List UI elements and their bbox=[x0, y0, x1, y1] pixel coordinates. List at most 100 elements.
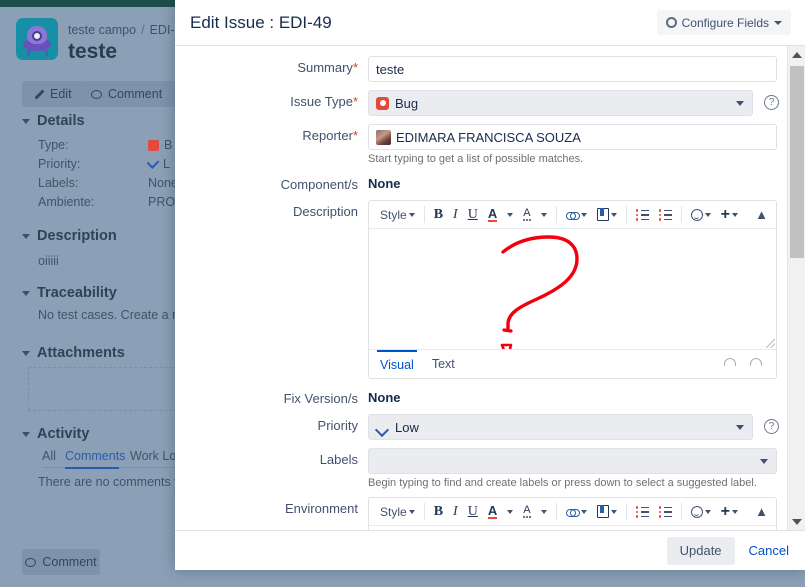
priority-label: Priority bbox=[317, 418, 358, 433]
issue-type-help-icon[interactable]: ? bbox=[764, 95, 779, 110]
image-icon[interactable] bbox=[592, 204, 622, 226]
editor-resize-handle[interactable] bbox=[766, 339, 775, 348]
dialog-scrollbar[interactable] bbox=[787, 46, 805, 530]
fix-versions-value: None bbox=[368, 390, 401, 405]
image-icon[interactable] bbox=[592, 501, 622, 523]
numbered-list-icon[interactable] bbox=[654, 204, 677, 226]
reporter-value: EDIMARA FRANCISCA SOUZA bbox=[396, 129, 581, 145]
toolbar-separator bbox=[625, 503, 627, 520]
description-body-text: oiiiii bbox=[38, 254, 59, 268]
style-dropdown-label: Style bbox=[380, 207, 407, 222]
attachments-section-heading[interactable]: Attachments bbox=[22, 345, 125, 361]
activity-tab-active-underline bbox=[65, 467, 119, 469]
numbered-list-icon[interactable] bbox=[654, 501, 677, 523]
field-summary: Summary* bbox=[175, 56, 787, 82]
link-icon[interactable] bbox=[561, 204, 592, 226]
highlight-color-dropdown[interactable] bbox=[536, 501, 552, 523]
pencil-icon bbox=[33, 89, 44, 100]
update-button[interactable]: Update bbox=[666, 536, 735, 565]
environment-editor-toolbar: Style B I U A A + ▲ bbox=[369, 498, 776, 526]
underline-icon[interactable]: U bbox=[463, 204, 483, 226]
highlight-color-dropdown[interactable] bbox=[536, 204, 552, 226]
style-dropdown[interactable]: Style bbox=[375, 204, 420, 226]
required-marker: * bbox=[352, 60, 358, 75]
configure-fields-button[interactable]: Configure Fields bbox=[656, 10, 791, 35]
dialog-header: Edit Issue : EDI-49 Configure Fields bbox=[175, 0, 805, 46]
chevron-down-icon bbox=[408, 212, 415, 217]
comment-button[interactable]: Comment bbox=[80, 81, 174, 107]
issue-type-select[interactable]: Bug bbox=[368, 90, 753, 116]
breadcrumb[interactable]: teste campo / EDI-49 bbox=[68, 23, 188, 37]
text-color-dropdown[interactable] bbox=[502, 204, 518, 226]
edit-button[interactable]: Edit bbox=[22, 81, 83, 107]
required-marker: * bbox=[352, 128, 358, 143]
italic-icon[interactable]: I bbox=[448, 501, 463, 523]
environment-text-area[interactable] bbox=[369, 526, 776, 530]
toolbar-separator bbox=[423, 206, 425, 223]
emoji-icon[interactable] bbox=[686, 501, 716, 523]
scroll-up-arrow[interactable] bbox=[788, 46, 805, 63]
editor-tab-text[interactable]: Text bbox=[429, 350, 458, 378]
summary-input[interactable] bbox=[368, 56, 777, 82]
link-icon[interactable] bbox=[561, 501, 592, 523]
bullet-list-icon[interactable] bbox=[631, 501, 654, 523]
highlight-color-icon[interactable]: A bbox=[518, 204, 535, 226]
red-question-mark-annotation bbox=[500, 235, 579, 349]
description-section-heading[interactable]: Description bbox=[22, 228, 117, 244]
activity-section-heading[interactable]: Activity bbox=[22, 426, 89, 442]
description-text-area[interactable] bbox=[369, 229, 776, 349]
activity-tab-all[interactable]: All bbox=[42, 449, 56, 463]
comment-button-label: Comment bbox=[108, 87, 163, 101]
bug-icon bbox=[376, 96, 389, 110]
text-color-icon[interactable]: A bbox=[483, 501, 502, 523]
details-section-heading[interactable]: Details bbox=[22, 113, 85, 129]
reporter-input[interactable]: EDIMARA FRANCISCA SOUZA bbox=[368, 124, 777, 150]
traceability-heading-label: Traceability bbox=[37, 285, 117, 301]
chevron-up-icon[interactable]: ▲ bbox=[755, 504, 768, 519]
activity-tab-worklog[interactable]: Work Lo bbox=[130, 449, 176, 463]
activity-tab-comments[interactable]: Comments bbox=[65, 449, 125, 463]
priority-low-icon bbox=[146, 156, 160, 169]
dialog-title: Edit Issue : EDI-49 bbox=[190, 12, 332, 32]
toolbar-separator bbox=[680, 503, 682, 520]
insert-more-icon[interactable]: + bbox=[716, 501, 743, 523]
activity-comment-button[interactable]: Comment bbox=[22, 549, 100, 575]
scroll-down-arrow[interactable] bbox=[788, 513, 805, 530]
bullet-list-icon[interactable] bbox=[631, 204, 654, 226]
traceability-section-heading[interactable]: Traceability bbox=[22, 285, 117, 301]
breadcrumb-project[interactable]: teste campo bbox=[68, 23, 136, 37]
field-reporter: Reporter* EDIMARA FRANCISCA SOUZA Start … bbox=[175, 124, 787, 165]
edit-issue-dialog: Edit Issue : EDI-49 Configure Fields Sum… bbox=[175, 0, 805, 570]
chevron-down-icon bbox=[736, 101, 744, 106]
undo-icon[interactable] bbox=[724, 358, 738, 370]
environment-label: Environment bbox=[285, 501, 358, 516]
labels-label: Labels bbox=[319, 452, 358, 467]
edit-issue-form: Summary* Issue Type* Bug ? bbox=[175, 46, 787, 530]
editor-tab-visual[interactable]: Visual bbox=[377, 349, 417, 378]
priority-help-icon[interactable]: ? bbox=[764, 419, 779, 434]
text-color-icon[interactable]: A bbox=[483, 204, 502, 226]
cancel-button[interactable]: Cancel bbox=[749, 543, 789, 558]
style-dropdown[interactable]: Style bbox=[375, 501, 420, 523]
priority-select[interactable]: Low bbox=[368, 414, 753, 440]
chevron-up-icon[interactable]: ▲ bbox=[755, 207, 768, 222]
underline-icon[interactable]: U bbox=[463, 501, 483, 523]
reporter-help-text: Start typing to get a list of possible m… bbox=[368, 153, 584, 165]
gear-icon bbox=[665, 17, 677, 28]
italic-icon[interactable]: I bbox=[448, 204, 463, 226]
components-label: Component/s bbox=[280, 177, 358, 192]
emoji-icon[interactable] bbox=[686, 204, 716, 226]
scrollbar-thumb[interactable] bbox=[790, 66, 804, 258]
configure-fields-label: Configure Fields bbox=[681, 15, 769, 30]
labels-input[interactable] bbox=[368, 448, 777, 474]
fix-versions-label: Fix Version/s bbox=[283, 391, 358, 406]
reporter-label: Reporter* bbox=[302, 128, 358, 143]
details-row-priority-value: L bbox=[146, 156, 170, 171]
highlight-color-icon[interactable]: A bbox=[518, 501, 535, 523]
text-color-dropdown[interactable] bbox=[502, 501, 518, 523]
bold-icon[interactable]: B bbox=[429, 501, 448, 523]
activity-comment-button-label: Comment bbox=[42, 555, 97, 569]
redo-icon[interactable] bbox=[750, 358, 764, 370]
insert-more-icon[interactable]: + bbox=[716, 204, 743, 226]
bold-icon[interactable]: B bbox=[429, 204, 448, 226]
